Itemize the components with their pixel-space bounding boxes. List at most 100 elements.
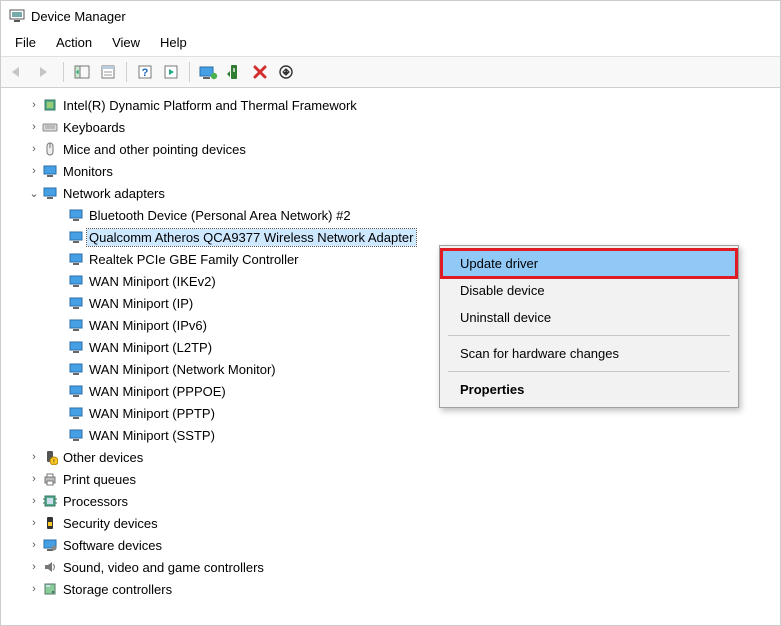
show-hide-tree-button[interactable]: [70, 60, 94, 84]
update-driver-button[interactable]: [196, 60, 220, 84]
chip-icon: [41, 96, 59, 114]
net-icon: [67, 228, 85, 246]
tree-item-label: Intel(R) Dynamic Platform and Thermal Fr…: [61, 97, 360, 114]
tree-category-item[interactable]: ›Software devices: [5, 534, 776, 556]
menu-view[interactable]: View: [104, 33, 148, 52]
expand-icon[interactable]: ›: [27, 99, 41, 111]
tree-item-label: Monitors: [61, 163, 116, 180]
menu-update-driver[interactable]: Update driver: [442, 250, 736, 277]
tree-item-label: Keyboards: [61, 119, 128, 136]
sound-icon: [41, 558, 59, 576]
toolbar-separator: [189, 62, 190, 82]
mouse-icon: [41, 140, 59, 158]
menu-uninstall-device[interactable]: Uninstall device: [442, 304, 736, 331]
properties-button[interactable]: [96, 60, 120, 84]
printer-icon: [41, 470, 59, 488]
expand-icon[interactable]: ›: [27, 517, 41, 529]
menu-separator: [448, 371, 730, 372]
expand-icon[interactable]: ›: [27, 495, 41, 507]
net-icon: [67, 382, 85, 400]
tree-item-label: WAN Miniport (PPTP): [87, 405, 218, 422]
software-icon: [41, 536, 59, 554]
help-button[interactable]: ?: [133, 60, 157, 84]
storage-icon: [41, 580, 59, 598]
expander-blank: ·: [53, 429, 67, 441]
menu-scan-hardware[interactable]: Scan for hardware changes: [442, 340, 736, 367]
menu-properties[interactable]: Properties: [442, 376, 736, 403]
titlebar: Device Manager: [1, 1, 780, 31]
tree-category-item[interactable]: ›Storage controllers: [5, 578, 776, 600]
expand-icon[interactable]: ›: [27, 451, 41, 463]
tree-category-item[interactable]: › Intel(R) Dynamic Platform and Thermal F…: [5, 94, 776, 116]
menu-help[interactable]: Help: [152, 33, 195, 52]
tree-item-label: WAN Miniport (IKEv2): [87, 273, 219, 290]
tree-item-label: WAN Miniport (Network Monitor): [87, 361, 279, 378]
net-icon: [67, 426, 85, 444]
tree-category-item[interactable]: › Keyboards: [5, 116, 776, 138]
menu-file[interactable]: File: [7, 33, 44, 52]
tree-item-label: Qualcomm Atheros QCA9377 Wireless Networ…: [87, 229, 416, 246]
tree-category-item[interactable]: › Monitors: [5, 160, 776, 182]
forward-button[interactable]: [33, 60, 57, 84]
menu-action[interactable]: Action: [48, 33, 100, 52]
tree-item-label: WAN Miniport (SSTP): [87, 427, 218, 444]
expander-blank: ·: [53, 209, 67, 221]
warn-icon: !: [41, 448, 59, 466]
device-tree[interactable]: › Intel(R) Dynamic Platform and Thermal F…: [1, 88, 780, 626]
toolbar-separator: [126, 62, 127, 82]
tree-item-label: WAN Miniport (PPPOE): [87, 383, 229, 400]
net-icon: [67, 294, 85, 312]
expand-icon[interactable]: ›: [27, 143, 41, 155]
tree-category-item[interactable]: › Sound, video and game controllers: [5, 556, 776, 578]
tree-item-label: Print queues: [61, 471, 139, 488]
tree-category-item[interactable]: › Processors: [5, 490, 776, 512]
tree-category-item[interactable]: ›!Other devices: [5, 446, 776, 468]
expand-icon[interactable]: ›: [27, 561, 41, 573]
expand-icon[interactable]: ›: [27, 121, 41, 133]
expander-blank: ·: [53, 253, 67, 265]
net-icon: [67, 272, 85, 290]
tree-item-label: Network adapters: [61, 185, 168, 202]
back-button[interactable]: [7, 60, 31, 84]
net-icon: [67, 206, 85, 224]
cpu-icon: [41, 492, 59, 510]
tree-device-item[interactable]: · WAN Miniport (SSTP): [5, 424, 776, 446]
expand-icon[interactable]: ›: [27, 583, 41, 595]
tree-device-item[interactable]: · Bluetooth Device (Personal Area Network…: [5, 204, 776, 226]
expander-blank: ·: [53, 319, 67, 331]
net-icon: [67, 316, 85, 334]
menubar: File Action View Help: [1, 31, 780, 56]
collapse-icon[interactable]: ⌄: [27, 187, 41, 200]
expand-icon[interactable]: ›: [27, 539, 41, 551]
tree-category-item[interactable]: ›Security devices: [5, 512, 776, 534]
app-icon: [9, 8, 25, 24]
tree-item-label: Sound, video and game controllers: [61, 559, 267, 576]
toolbar-separator: [63, 62, 64, 82]
tree-item-label: Other devices: [61, 449, 146, 466]
context-menu: Update driver Disable device Uninstall d…: [439, 245, 739, 408]
expander-blank: ·: [53, 341, 67, 353]
enable-device-button[interactable]: [222, 60, 246, 84]
expander-blank: ·: [53, 407, 67, 419]
expander-blank: ·: [53, 275, 67, 287]
expander-blank: ·: [53, 231, 67, 243]
toolbar: ?: [1, 56, 780, 88]
menu-separator: [448, 335, 730, 336]
menu-disable-device[interactable]: Disable device: [442, 277, 736, 304]
window-title: Device Manager: [31, 9, 126, 24]
svg-text:?: ?: [142, 67, 149, 79]
net-icon: [67, 338, 85, 356]
tree-category-item[interactable]: › Print queues: [5, 468, 776, 490]
disable-device-button[interactable]: [274, 60, 298, 84]
tree-item-label: WAN Miniport (IPv6): [87, 317, 210, 334]
scan-hardware-button[interactable]: [159, 60, 183, 84]
expand-icon[interactable]: ›: [27, 165, 41, 177]
net-icon: [67, 250, 85, 268]
uninstall-device-button[interactable]: [248, 60, 272, 84]
tree-category-item[interactable]: ⌄ Network adapters: [5, 182, 776, 204]
expand-icon[interactable]: ›: [27, 473, 41, 485]
tree-category-item[interactable]: ›Mice and other pointing devices: [5, 138, 776, 160]
tree-item-label: Realtek PCIe GBE Family Controller: [87, 251, 302, 268]
tree-item-label: Processors: [61, 493, 131, 510]
tree-item-label: Bluetooth Device (Personal Area Network)…: [87, 207, 354, 224]
